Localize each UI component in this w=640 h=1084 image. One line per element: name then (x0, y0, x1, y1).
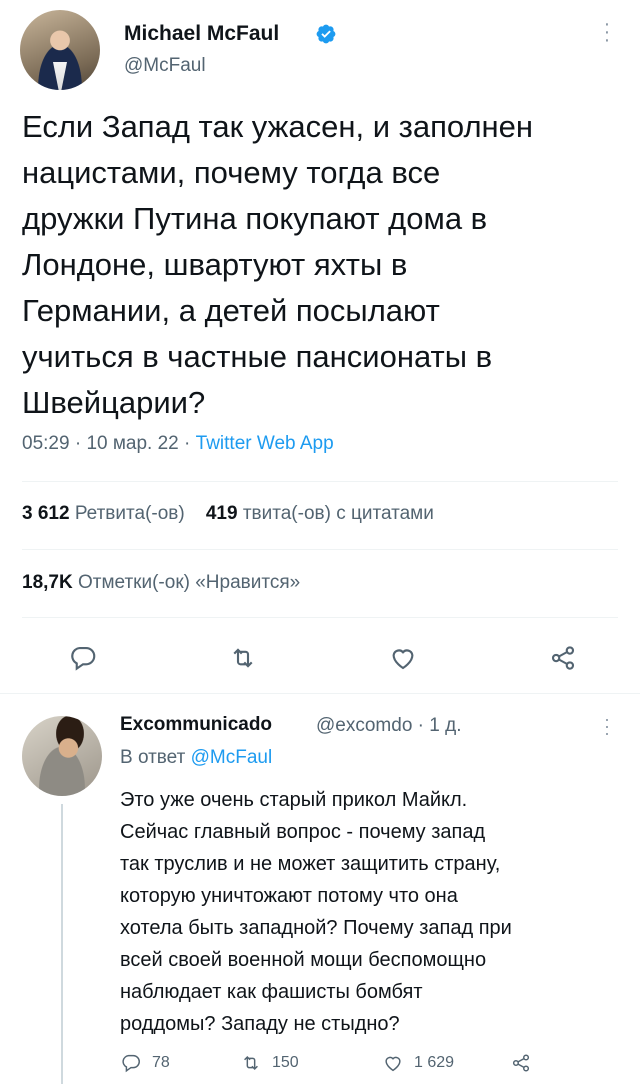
heart-icon (385, 1056, 401, 1072)
reply-button[interactable] (66, 641, 100, 675)
reply-author-avatar[interactable] (22, 716, 102, 796)
reply-actions: 78 150 1 629 (120, 1052, 620, 1082)
author-name[interactable]: Michael McFaul (124, 22, 279, 46)
retweets-stat[interactable]: 3 612 Ретвита(-ов) (22, 503, 185, 524)
like-count: 1 629 (414, 1054, 455, 1071)
tweet-date[interactable]: 10 мар. 22 (86, 433, 178, 454)
reply-text: Это уже очень старый прикол Майкл. Сейча… (120, 789, 512, 1035)
retweet-quote-stats: 3 612 Ретвита(-ов) 419 твита(-ов) с цита… (22, 503, 434, 525)
divider (22, 549, 618, 550)
reply-icon (71, 646, 96, 671)
divider (22, 481, 618, 482)
tweet-text: Если Запад так ужасен, и заполнен нацист… (22, 109, 534, 420)
tweet-time[interactable]: 05:29 (22, 433, 70, 454)
quotes-label: твита(-ов) с цитатами (242, 503, 434, 524)
retweets-count: 3 612 (22, 503, 70, 524)
thread-line (61, 804, 63, 1084)
source-app-link[interactable]: Twitter Web App (196, 433, 334, 454)
divider (22, 617, 618, 618)
reply-share-button[interactable] (510, 1052, 532, 1074)
retweet-icon (233, 648, 253, 668)
likes-stat[interactable]: 18,7K Отметки(-ок) «Нравится» (22, 572, 300, 594)
likes-label: Отметки(-ок) «Нравится» (77, 572, 301, 593)
meta-separator: · (417, 715, 430, 736)
reply-icon (122, 1054, 140, 1073)
replying-prefix: В ответ (120, 747, 186, 768)
quotes-count: 419 (205, 503, 238, 524)
reply-handle-age: @excomdo · 1 д. (316, 715, 462, 737)
share-icon (512, 1054, 530, 1072)
reply-reply-button[interactable]: 78 (120, 1052, 170, 1074)
meta-separator: · (184, 433, 196, 454)
author-avatar[interactable] (20, 10, 100, 90)
reply-retweet-button[interactable]: 150 (240, 1052, 299, 1074)
share-button[interactable] (546, 641, 580, 675)
like-button[interactable] (386, 641, 420, 675)
replying-to: В ответ @McFaul (120, 747, 272, 769)
reply-author-handle[interactable]: @excomdo (316, 715, 412, 736)
retweet-count: 150 (272, 1054, 299, 1071)
quotes-stat[interactable]: 419 твита(-ов) с цитатами (206, 503, 434, 524)
reply-author-name[interactable]: Excommunicado (120, 714, 272, 736)
meta-separator: · (74, 433, 87, 454)
more-vertical-icon[interactable]: · · · (600, 14, 614, 50)
author-handle[interactable]: @McFaul (124, 55, 206, 77)
retweet-button[interactable] (226, 641, 260, 675)
reply-like-button[interactable]: 1 629 (382, 1052, 454, 1074)
reply-age[interactable]: 1 д. (429, 715, 461, 736)
retweet-icon (244, 1056, 258, 1070)
reply-tweet[interactable]: Excommunicado @excomdo · 1 д. · · · В отве… (0, 694, 640, 1084)
more-vertical-icon[interactable]: · · · (600, 710, 614, 742)
heart-icon (392, 649, 414, 670)
likes-count: 18,7K (22, 572, 73, 593)
replying-mention[interactable]: @McFaul (191, 747, 273, 768)
retweets-label: Ретвита(-ов) (74, 503, 185, 524)
share-icon (551, 646, 575, 670)
tweet-meta: 05:29 · 10 мар. 22 · Twitter Web App (22, 433, 334, 455)
verified-badge-icon (316, 24, 336, 44)
tweet-actions (0, 635, 640, 681)
reply-count: 78 (152, 1054, 170, 1071)
